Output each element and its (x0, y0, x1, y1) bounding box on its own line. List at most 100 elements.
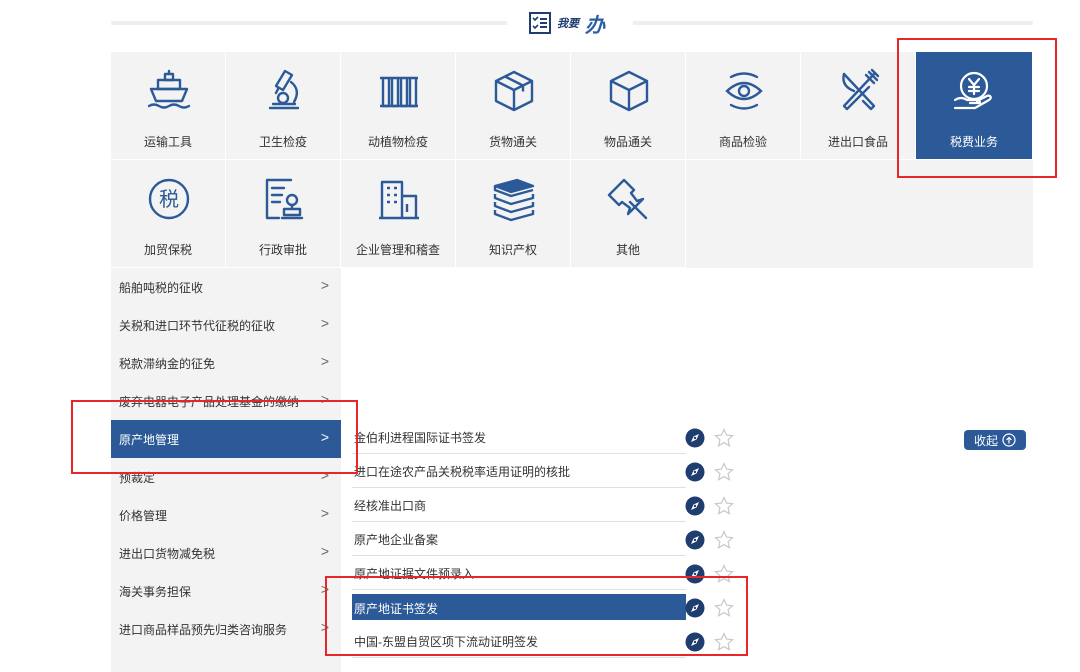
tile-label: 物品通关 (603, 135, 652, 149)
collapse-label: 收起 (973, 433, 998, 448)
compass-icon[interactable] (685, 564, 705, 584)
tax-icon: 税 (148, 178, 190, 220)
arrow-up-circle-icon (1002, 433, 1016, 447)
compass-icon[interactable] (685, 496, 705, 516)
tile-transport[interactable]: 运输工具 (111, 52, 226, 160)
box-icon (609, 70, 649, 112)
sidebar-item[interactable]: 废弃电器电子产品处理基金的缴纳 > (111, 382, 341, 420)
sidebar-item-origin-management[interactable]: 原产地管理 > (111, 420, 341, 458)
service-row[interactable]: 原产地证据文件预录入 (352, 556, 686, 590)
tile-bonded-processing[interactable]: 税 加贸保税 (111, 160, 226, 268)
compass-icon[interactable] (685, 632, 705, 652)
tile-label: 运输工具 (143, 135, 192, 149)
tile-other[interactable]: 其他 (571, 160, 686, 268)
sidebar-item-label: 废弃电器电子产品处理基金的缴纳 (119, 395, 300, 409)
tile-goods-clearance[interactable]: 物品通关 (571, 52, 686, 160)
sidebar-item-label: 税款滞纳金的征免 (119, 357, 216, 371)
chevron-right-icon: > (320, 353, 329, 369)
sidebar-item-label: 预裁定 (119, 471, 156, 485)
sidebar-item[interactable]: 税款滞纳金的征免 > (111, 344, 341, 382)
service-row[interactable]: 中国-东盟自贸区项下流动证明签发 (352, 624, 686, 658)
tile-enterprise-audit[interactable]: 企业管理和稽查 (341, 160, 456, 268)
tile-label: 税费业务 (949, 135, 998, 149)
service-row[interactable]: 经核准出口商 (352, 488, 686, 522)
star-icon[interactable] (714, 462, 734, 482)
tile-cargo-clearance[interactable]: 货物通关 (456, 52, 571, 160)
star-icon[interactable] (714, 530, 734, 550)
tile-label: 动植物检疫 (367, 135, 428, 149)
sidebar-item-label: 关税和进口环节代征税的征收 (119, 319, 276, 333)
tile-import-export-food[interactable]: 进出口食品 (801, 52, 916, 160)
tile-intellectual-property[interactable]: 知识产权 (456, 160, 571, 268)
title-divider-left (111, 21, 507, 25)
books-icon (493, 178, 535, 222)
sidebar-item-label: 进口商品样品预先归类咨询服务 (119, 623, 288, 637)
sidebar-item[interactable]: 进口商品样品预先归类咨询服务 > (111, 610, 341, 648)
collapse-button[interactable]: 收起 (964, 430, 1026, 450)
chevron-right-icon: > (320, 391, 329, 407)
chevron-right-icon: > (320, 315, 329, 331)
compass-icon[interactable] (685, 530, 705, 550)
star-icon[interactable] (714, 564, 734, 584)
compass-icon[interactable] (685, 462, 705, 482)
chevron-right-icon: > (320, 581, 329, 597)
service-label: 金伯利进程国际证书签发 (354, 431, 487, 445)
sidebar-item[interactable]: 进出口货物减免税 > (111, 534, 341, 572)
tile-label: 加贸保税 (143, 243, 192, 257)
star-icon[interactable] (714, 632, 734, 652)
sidebar-item-label: 原产地管理 (119, 433, 180, 447)
service-label: 进口在途农产品关税税率适用证明的核批 (354, 465, 571, 479)
sidebar-item[interactable]: 关税和进口环节代征税的征收 > (111, 306, 341, 344)
microscope-icon (268, 69, 300, 110)
tile-label: 企业管理和稽查 (355, 243, 440, 257)
compass-icon[interactable] (685, 598, 705, 618)
sidebar-item[interactable]: 船舶吨税的征收 > (111, 268, 341, 306)
tile-label: 卫生检疫 (258, 135, 307, 149)
star-icon[interactable] (714, 496, 734, 516)
fork-knife-icon (842, 68, 880, 111)
chevron-right-icon: > (320, 543, 329, 559)
sidebar-item-label: 海关事务担保 (119, 585, 192, 599)
sidebar-item-label: 船舶吨税的征收 (119, 281, 204, 295)
tile-health-quarantine[interactable]: 卫生检疫 (226, 52, 341, 160)
section-title: 我要 办 (529, 12, 605, 37)
service-label: 原产地证据文件预录入 (354, 567, 475, 581)
tile-tax-fees[interactable]: 税费业务 (916, 52, 1033, 160)
service-row[interactable]: 金伯利进程国际证书签发 (352, 420, 686, 454)
tile-commodity-inspection[interactable]: 商品检验 (686, 52, 801, 160)
tile-label: 货物通关 (488, 135, 537, 149)
star-icon[interactable] (714, 598, 734, 618)
section-title-bar: 我要 办 (111, 8, 1033, 38)
compass-icon[interactable] (685, 428, 705, 448)
star-icon[interactable] (714, 428, 734, 448)
sidebar-item[interactable]: 海关事务担保 > (111, 572, 341, 610)
sidebar-item[interactable]: 预裁定 > (111, 458, 341, 496)
service-label: 经核准出口商 (354, 499, 427, 513)
category-grid: 运输工具 卫生检疫 动植物检疫 货物通关 物品通关 商品检验 进出口食品 税费业… (111, 52, 1033, 268)
package-icon (494, 70, 534, 112)
ship-icon (147, 69, 191, 109)
svg-text:税: 税 (159, 187, 179, 211)
title-divider-right (633, 21, 1033, 25)
service-label: 原产地证书签发 (354, 602, 439, 616)
tile-label: 行政审批 (258, 243, 307, 257)
service-label: 原产地企业备案 (354, 533, 439, 547)
tile-label: 商品检验 (718, 135, 767, 149)
tile-label: 其他 (615, 243, 640, 257)
sidebar-item-label: 进出口货物减免税 (119, 547, 216, 561)
approval-icon (265, 178, 304, 220)
chevron-right-icon: > (320, 277, 329, 293)
service-row[interactable]: 原产地企业备案 (352, 522, 686, 556)
building-icon (379, 180, 419, 220)
sidebar-item[interactable]: 价格管理 > (111, 496, 341, 534)
service-row[interactable]: 进口在途农产品关税税率适用证明的核批 (352, 454, 686, 488)
tile-administrative-approval[interactable]: 行政审批 (226, 160, 341, 268)
yuan-hand-icon (953, 71, 992, 110)
eye-icon (725, 72, 763, 110)
title-big-text: 办 (585, 14, 605, 37)
service-row-certificate-issuance[interactable]: 原产地证书签发 (352, 590, 686, 624)
tile-plant-animal-quarantine[interactable]: 动植物检疫 (341, 52, 456, 160)
checklist-icon (529, 12, 551, 34)
sidebar-menu: 船舶吨税的征收 > 关税和进口环节代征税的征收 > 税款滞纳金的征免 > 废弃电… (111, 268, 341, 672)
title-small-text: 我要 (557, 18, 579, 30)
